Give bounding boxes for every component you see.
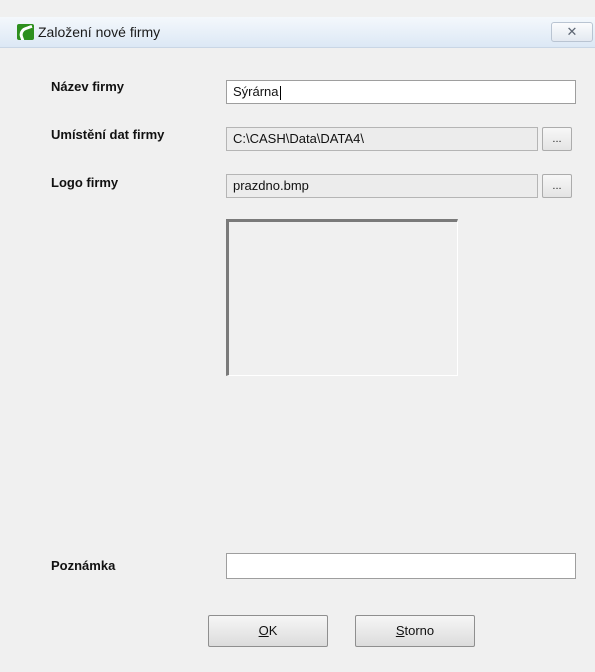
data-location-value: C:\CASH\Data\DATA4\ [233, 131, 364, 146]
window-title: Založení nové firmy [38, 24, 161, 40]
text-caret [279, 85, 281, 100]
ellipsis-icon: ... [552, 133, 562, 145]
new-company-dialog: Založení nové firmy ✕ Název firmy Sýrárn… [0, 0, 595, 672]
note-input[interactable] [226, 553, 576, 579]
cancel-button[interactable]: Storno [355, 615, 475, 647]
logo-label: Logo firmy [51, 175, 119, 190]
data-location-label: Umístění dat firmy [51, 127, 165, 142]
close-icon: ✕ [566, 24, 578, 39]
logo-value: prazdno.bmp [233, 178, 309, 193]
company-name-input[interactable]: Sýrárna [226, 80, 576, 104]
cancel-label: torno [404, 623, 435, 638]
app-logo-icon [17, 24, 34, 40]
browse-logo-button[interactable]: ... [542, 174, 572, 198]
browse-location-button[interactable]: ... [542, 127, 572, 151]
ok-button[interactable]: OK [208, 615, 328, 647]
data-location-field[interactable]: C:\CASH\Data\DATA4\ [226, 127, 538, 151]
logo-field[interactable]: prazdno.bmp [226, 174, 538, 198]
company-name-label: Název firmy [51, 79, 124, 94]
cancel-mnemonic: S [395, 623, 405, 638]
logo-preview [226, 219, 458, 376]
note-label: Poznámka [51, 558, 116, 573]
company-name-value: Sýrárna [233, 84, 279, 99]
close-button[interactable]: ✕ [551, 22, 593, 42]
title-bar: Založení nové firmy ✕ [0, 17, 595, 48]
ok-label: K [268, 623, 278, 638]
ok-mnemonic: O [258, 623, 269, 638]
ellipsis-icon: ... [552, 180, 562, 192]
